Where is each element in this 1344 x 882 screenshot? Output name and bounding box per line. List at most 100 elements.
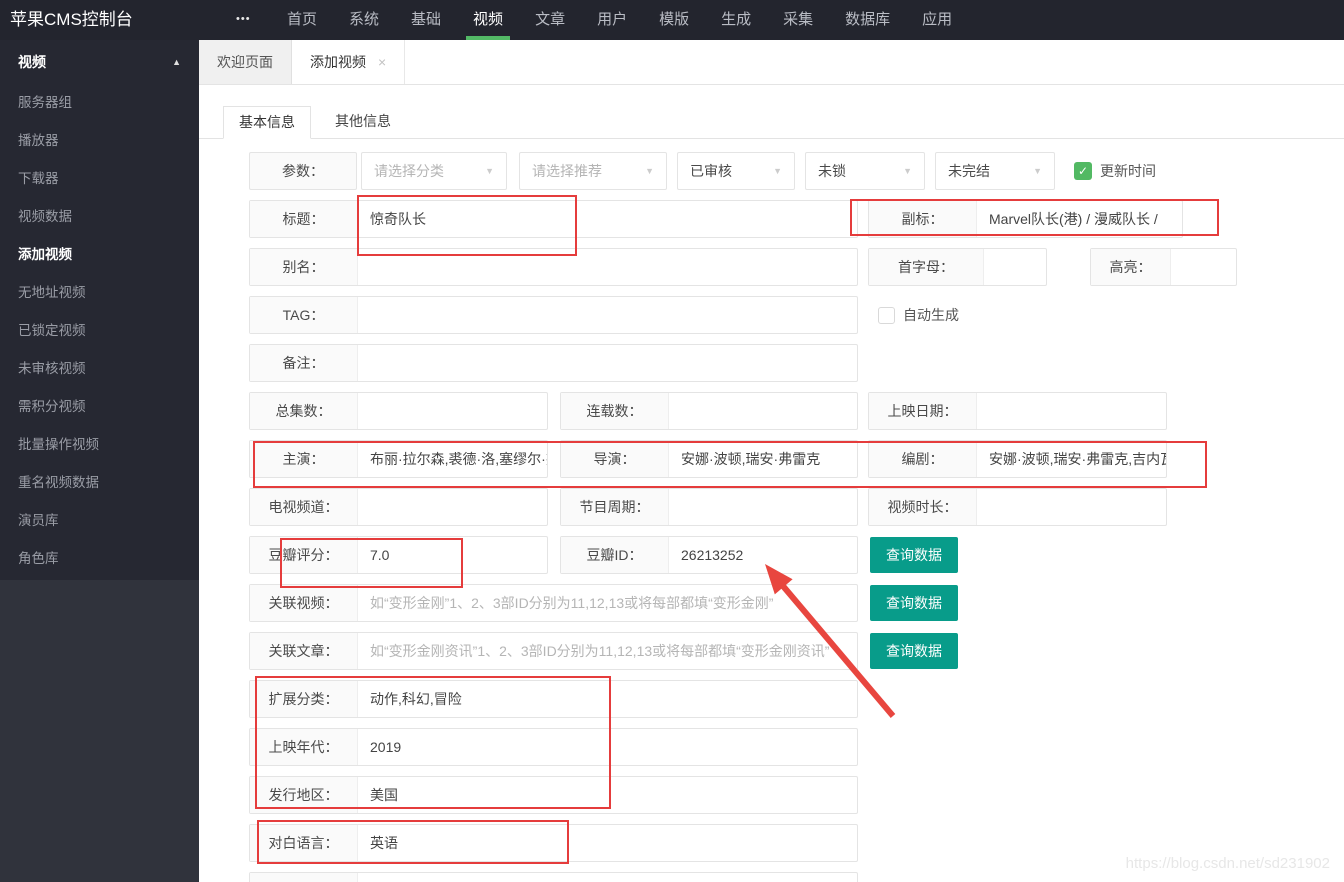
release-date-input[interactable] xyxy=(977,393,1166,429)
close-icon[interactable]: × xyxy=(378,54,386,70)
screenwriter-input[interactable]: 安娜·波顿,瑞安·弗雷克,吉内瓦 xyxy=(977,441,1166,477)
chevron-down-icon: ▼ xyxy=(485,166,494,176)
alias-input[interactable] xyxy=(358,249,857,285)
dialogue-language-input[interactable]: 英语 xyxy=(358,825,857,861)
subtitle-label: 副标： xyxy=(869,201,977,237)
sidebar-item-actor-library[interactable]: 演员库 xyxy=(0,502,199,540)
tab-add-video[interactable]: 添加视频 × xyxy=(292,40,405,84)
subtitle-box: 副标： Marvel队长(港) / 漫威队长 / xyxy=(868,200,1183,238)
total-episodes-input[interactable] xyxy=(358,393,547,429)
release-region-input[interactable]: 美国 xyxy=(358,777,857,813)
nav-item-user[interactable]: 用户 xyxy=(581,0,643,40)
release-year-input[interactable]: 2019 xyxy=(358,729,857,765)
sidebar-item-server-group[interactable]: 服务器组 xyxy=(0,84,199,122)
sidebar-video-menu: 视频 ▲ 服务器组 播放器 下载器 视频数据 添加视频 无地址视频 已锁定视频 … xyxy=(0,40,199,580)
serial-count-input[interactable] xyxy=(669,393,857,429)
dialogue-language-box: 对白语言： 英语 xyxy=(249,824,858,862)
director-input[interactable]: 安娜·波顿,瑞安·弗雷克 xyxy=(669,441,857,477)
partial-bottom-input[interactable] xyxy=(358,873,857,882)
query-related-video-button[interactable]: 查询数据 xyxy=(870,585,958,621)
release-date-box: 上映日期： xyxy=(868,392,1167,430)
chevron-up-icon: ▲ xyxy=(172,57,181,67)
tv-channel-input[interactable] xyxy=(358,489,547,525)
nav-item-app[interactable]: 应用 xyxy=(906,0,968,40)
channel-row: 电视频道： 节目周期： 视频时长： xyxy=(249,488,1344,526)
nav-item-database[interactable]: 数据库 xyxy=(829,0,906,40)
title-input[interactable]: 惊奇队长 xyxy=(358,201,857,237)
tv-channel-label: 电视频道： xyxy=(250,489,358,525)
tab-other-info[interactable]: 其他信息 xyxy=(311,106,415,138)
lock-select[interactable]: 未锁▼ xyxy=(805,152,925,190)
initial-input[interactable] xyxy=(984,249,1046,285)
tab-welcome[interactable]: 欢迎页面 xyxy=(199,40,292,84)
sidebar-item-unaudited-video[interactable]: 未审核视频 xyxy=(0,350,199,388)
release-region-box: 发行地区： 美国 xyxy=(249,776,858,814)
sidebar-item-player[interactable]: 播放器 xyxy=(0,122,199,160)
nav-item-generate[interactable]: 生成 xyxy=(705,0,767,40)
sidebar-item-batch-video[interactable]: 批量操作视频 xyxy=(0,426,199,464)
nav-item-home[interactable]: 首页 xyxy=(271,0,333,40)
dialogue-language-label: 对白语言： xyxy=(250,825,358,861)
douban-score-box: 豆瓣评分： 7.0 xyxy=(249,536,548,574)
sidebar-item-video-data[interactable]: 视频数据 xyxy=(0,198,199,236)
nav-item-system[interactable]: 系统 xyxy=(333,0,395,40)
tab-basic-info[interactable]: 基本信息 xyxy=(223,106,311,139)
douban-id-label: 豆瓣ID： xyxy=(561,537,669,573)
episodes-row: 总集数： 连载数： 上映日期： xyxy=(249,392,1344,430)
tag-row: TAG： 自动生成 xyxy=(249,296,1344,334)
params-row: 参数： 请选择分类▼ 请选择推荐▼ 已审核▼ 未锁▼ 未完结▼ ✓ 更新时间 xyxy=(249,152,1344,190)
query-related-article-button[interactable]: 查询数据 xyxy=(870,633,958,669)
audit-select[interactable]: 已审核▼ xyxy=(677,152,795,190)
remark-label: 备注： xyxy=(250,345,358,381)
highlight-input[interactable] xyxy=(1171,249,1236,285)
nav-item-template[interactable]: 模版 xyxy=(643,0,705,40)
sidebar-item-duplicate-video[interactable]: 重名视频数据 xyxy=(0,464,199,502)
sidebar-item-points-video[interactable]: 需积分视频 xyxy=(0,388,199,426)
sidebar-item-add-video[interactable]: 添加视频 xyxy=(0,236,199,274)
starring-input[interactable]: 布丽·拉尔森,裘德·洛,塞缪尔·杰克逊 xyxy=(358,441,547,477)
related-video-input[interactable]: 如“变形金刚”1、2、3部ID分别为11,12,13或将每部都填“变形金刚” xyxy=(358,585,857,621)
screenwriter-box: 编剧： 安娜·波顿,瑞安·弗雷克,吉内瓦 xyxy=(868,440,1167,478)
release-region-label: 发行地区： xyxy=(250,777,358,813)
duration-input[interactable] xyxy=(977,489,1166,525)
sidebar-item-locked-video[interactable]: 已锁定视频 xyxy=(0,312,199,350)
release-year-box: 上映年代： 2019 xyxy=(249,728,858,766)
total-episodes-box: 总集数： xyxy=(249,392,548,430)
nav-item-basic[interactable]: 基础 xyxy=(395,0,457,40)
serial-select[interactable]: 未完结▼ xyxy=(935,152,1055,190)
remark-row: 备注： xyxy=(249,344,1344,382)
nav-item-video[interactable]: 视频 xyxy=(457,0,519,40)
content-area: 基本信息 其他信息 参数： 请选择分类▼ 请选择推荐▼ 已审核▼ 未锁▼ xyxy=(199,85,1344,882)
extended-category-row: 扩展分类： 动作,科幻,冒险 xyxy=(249,680,1344,718)
tag-input[interactable] xyxy=(358,297,857,333)
remark-input[interactable] xyxy=(358,345,857,381)
partial-bottom-row xyxy=(249,872,1344,882)
nav-item-article[interactable]: 文章 xyxy=(519,0,581,40)
title-label: 标题： xyxy=(250,201,358,237)
update-time-checkbox[interactable]: ✓ xyxy=(1074,162,1092,180)
douban-id-input[interactable]: 26213252 xyxy=(669,537,857,573)
program-cycle-input[interactable] xyxy=(669,489,857,525)
more-menu-icon[interactable]: ••• xyxy=(236,0,251,38)
sidebar-item-no-address-video[interactable]: 无地址视频 xyxy=(0,274,199,312)
auto-generate-checkbox[interactable] xyxy=(878,307,895,324)
nav-item-video-label: 视频 xyxy=(473,11,503,28)
recommend-select[interactable]: 请选择推荐▼ xyxy=(519,152,667,190)
related-article-input[interactable]: 如“变形金刚资讯”1、2、3部ID分别为11,12,13或将每部都填“变形金刚资… xyxy=(358,633,857,669)
partial-bottom-label xyxy=(250,873,358,882)
douban-score-input[interactable]: 7.0 xyxy=(358,537,547,573)
category-select[interactable]: 请选择分类▼ xyxy=(361,152,507,190)
recommend-select-value: 请选择推荐 xyxy=(532,161,602,181)
sidebar-item-downloader[interactable]: 下载器 xyxy=(0,160,199,198)
query-douban-button[interactable]: 查询数据 xyxy=(870,537,958,573)
release-region-row: 发行地区： 美国 xyxy=(249,776,1344,814)
sidebar-group-header[interactable]: 视频 ▲ xyxy=(0,40,199,84)
tab-add-video-label: 添加视频 xyxy=(310,54,366,70)
sidebar-item-role-library[interactable]: 角色库 xyxy=(0,540,199,578)
remark-box: 备注： xyxy=(249,344,858,382)
release-year-label: 上映年代： xyxy=(250,729,358,765)
highlight-label: 高亮： xyxy=(1091,249,1171,285)
extended-category-input[interactable]: 动作,科幻,冒险 xyxy=(358,681,857,717)
subtitle-input[interactable]: Marvel队长(港) / 漫威队长 / xyxy=(977,201,1182,237)
nav-item-collect[interactable]: 采集 xyxy=(767,0,829,40)
